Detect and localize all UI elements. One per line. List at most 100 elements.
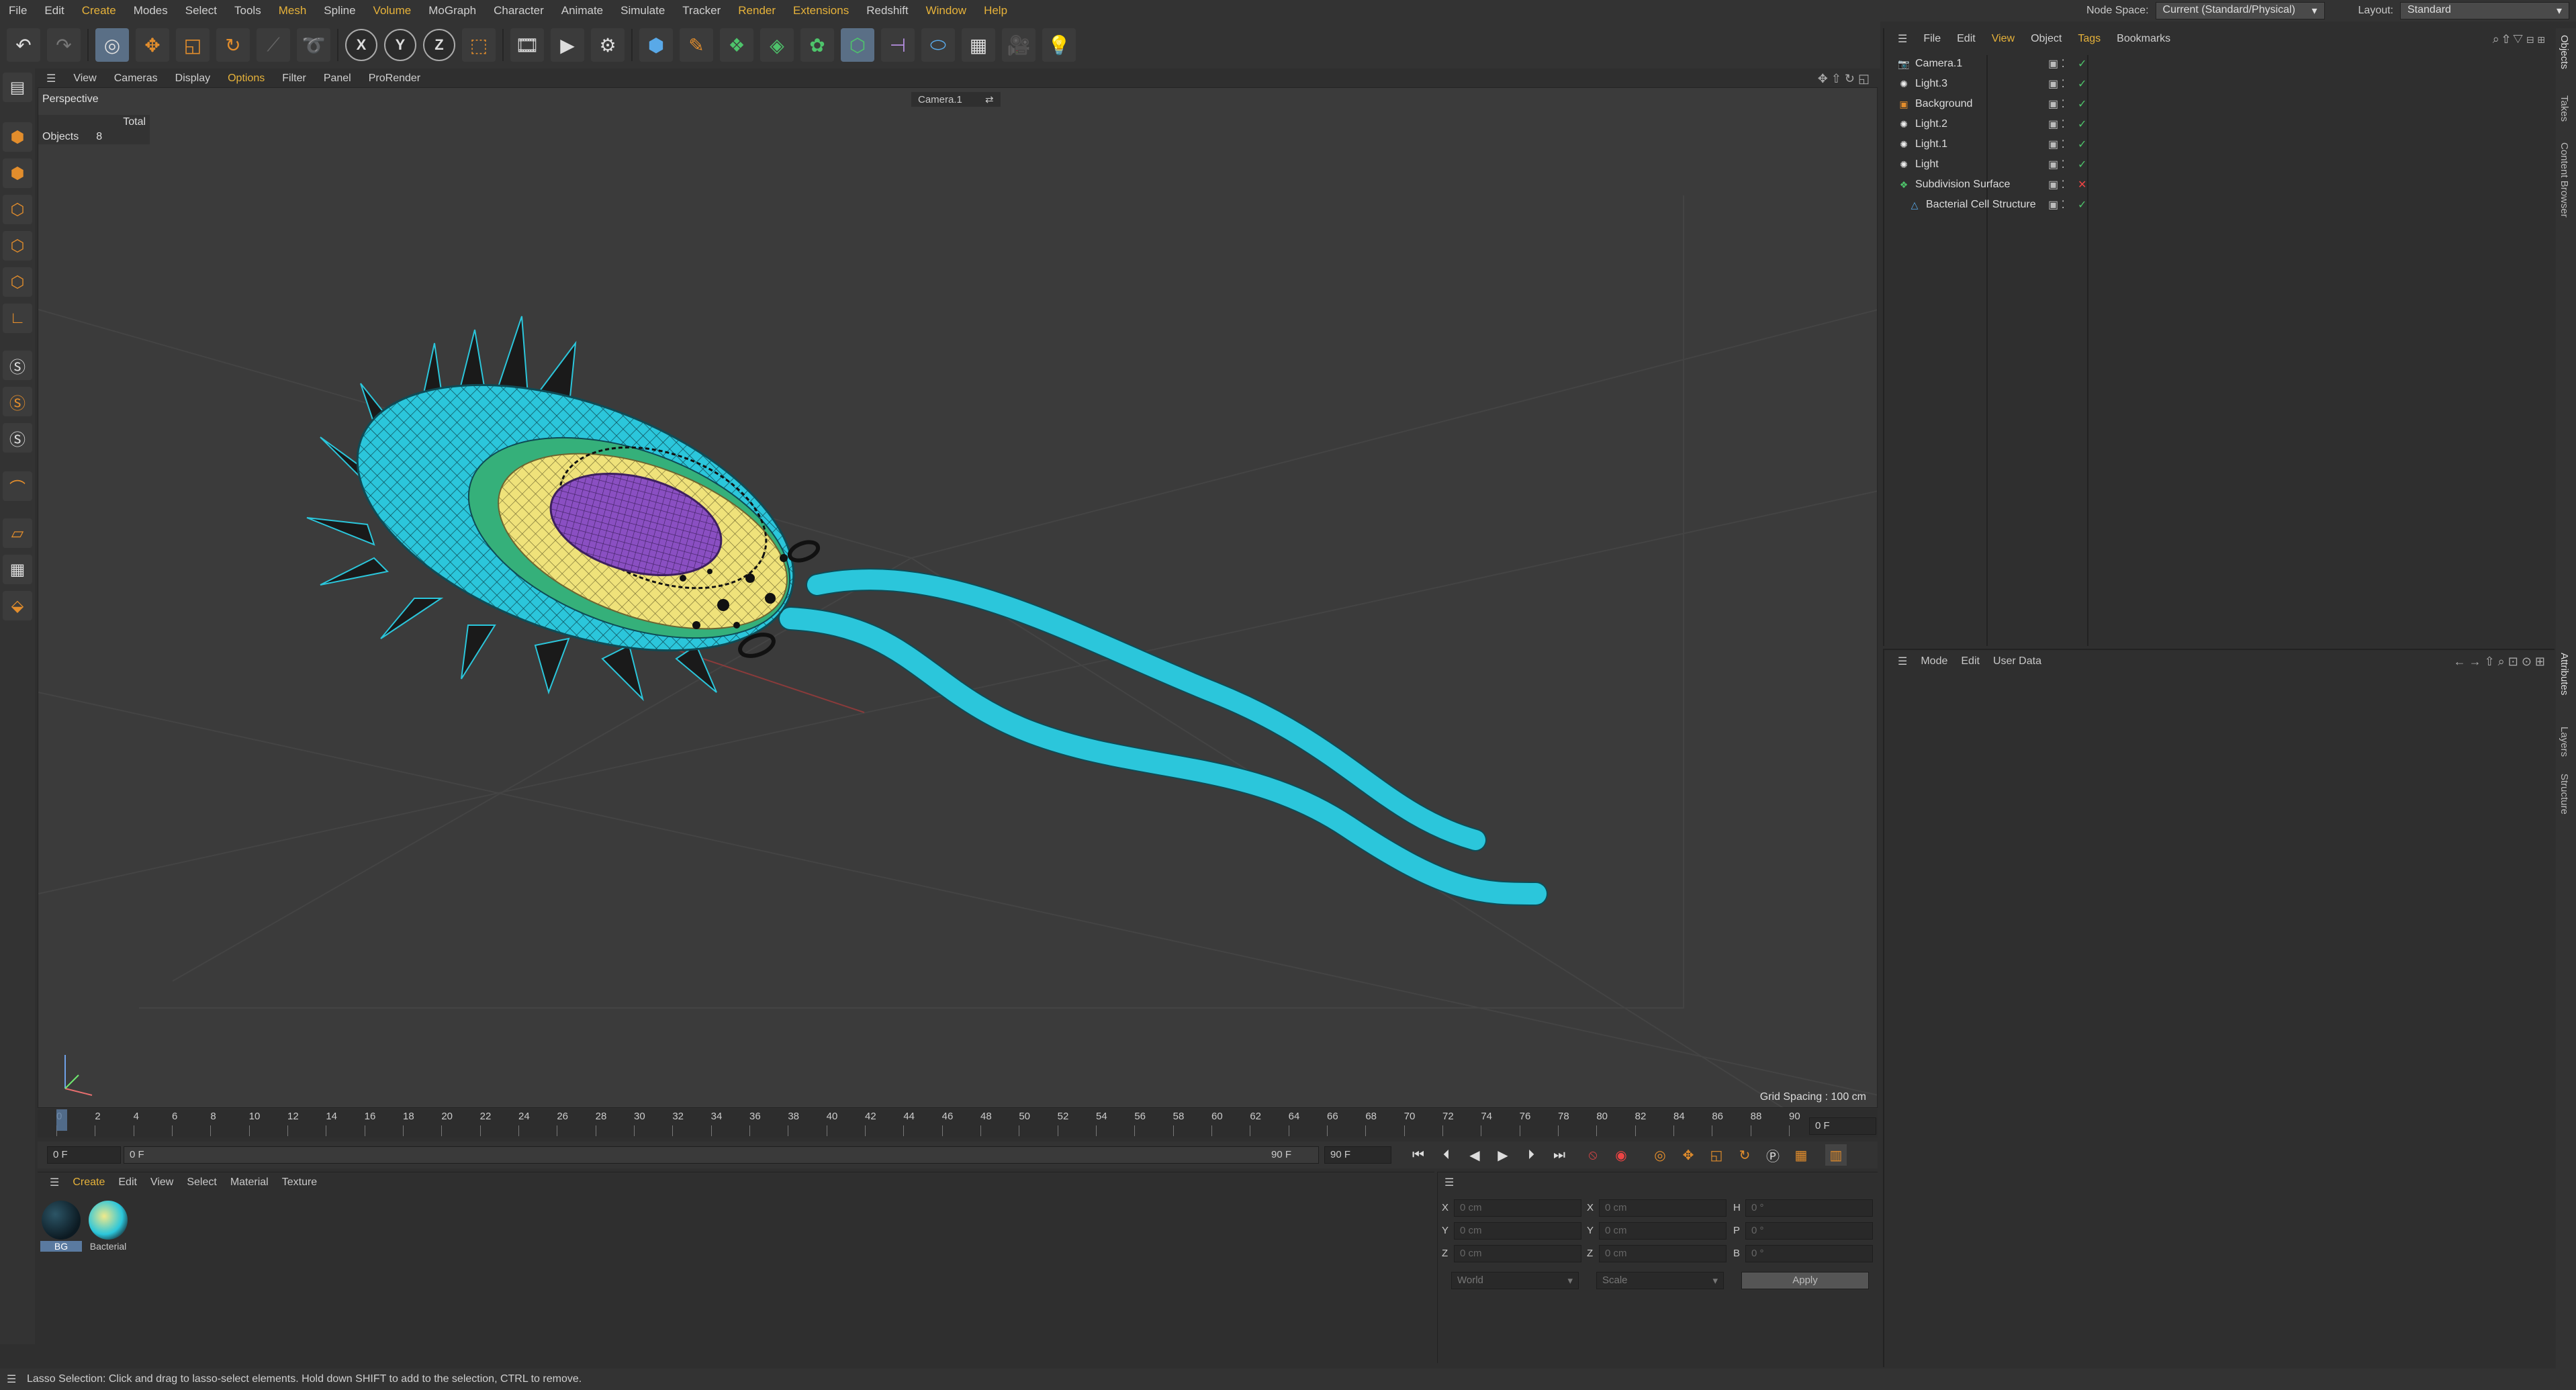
menu-redshift[interactable]: Redshift (858, 4, 917, 17)
object-row[interactable]: ✺ Light.1 ▣ ⁚ ✓ (1888, 134, 2553, 154)
go-to-end-icon[interactable]: ⏭ (1549, 1144, 1570, 1166)
object-menu-object[interactable]: Object (2023, 33, 2070, 45)
edges-mode-icon[interactable]: ⬡ (3, 231, 32, 261)
menu-spline[interactable]: Spline (315, 4, 364, 17)
menu-modes[interactable]: Modes (125, 4, 177, 17)
viewport-menu-panel[interactable]: Panel (315, 73, 360, 85)
object-row[interactable]: ▣ Background ▣ ⁚ ✓ (1888, 94, 2553, 114)
deformer-icon[interactable]: ⊣ (881, 28, 915, 62)
scale-icon[interactable]: ◱ (176, 28, 210, 62)
object-menu-view[interactable]: View (1984, 33, 2023, 45)
snap-settings-icon[interactable]: Ⓢ (3, 387, 32, 416)
previous-key-icon[interactable]: ⏴ (1436, 1144, 1457, 1166)
object-manager-tools-icons[interactable]: ⌕ ⇧ ▽ ⊟ ⊞ (2493, 32, 2545, 46)
viewport-menu-filter[interactable]: Filter (273, 73, 315, 85)
rotation-key-icon[interactable]: ↻ (1734, 1144, 1755, 1166)
viewport-menu-options[interactable]: Options (219, 73, 273, 85)
coordinate-pos-field[interactable]: 0 cm (1454, 1222, 1581, 1240)
cloner-icon[interactable]: ✿ (800, 28, 834, 62)
coordinate-rot-field[interactable]: 0 ° (1745, 1245, 1873, 1262)
coordinate-rot-field[interactable]: 0 ° (1745, 1199, 1873, 1217)
menu-mograph[interactable]: MoGraph (420, 4, 485, 17)
attribute-menu-edit[interactable]: Edit (1954, 655, 1986, 667)
viewport-menu-cameras[interactable]: Cameras (105, 73, 167, 85)
viewport-hamburger-icon[interactable]: ☰ (38, 72, 64, 85)
object-hamburger-icon[interactable]: ☰ (1890, 32, 1915, 46)
side-tab-objects[interactable]: Objects (2559, 35, 2570, 69)
workplane-icon[interactable]: ▱ (3, 518, 32, 548)
object-row[interactable]: ✺ Light ▣ ⁚ ✓ (1888, 154, 2553, 175)
object-row[interactable]: △ Bacterial Cell Structure ▣ ⁚ ✓ (1888, 195, 2553, 215)
visibility-dots-icon[interactable]: ▣ ⁚ (2048, 138, 2065, 151)
scale-key-icon[interactable]: ◱ (1706, 1144, 1727, 1166)
light-icon[interactable]: 💡 (1042, 28, 1076, 62)
move-icon[interactable]: ✥ (136, 28, 169, 62)
menu-animate[interactable]: Animate (553, 4, 612, 17)
side-tab-attributes[interactable]: Attributes (2559, 653, 2570, 695)
menu-volume[interactable]: Volume (365, 4, 420, 17)
menu-tools[interactable]: Tools (226, 4, 270, 17)
object-row[interactable]: ✺ Light.3 ▣ ⁚ ✓ (1888, 74, 2553, 94)
step-forward-icon[interactable]: ⏵ (1520, 1144, 1542, 1166)
visibility-dots-icon[interactable]: ▣ ⁚ (2048, 118, 2065, 131)
menu-help[interactable]: Help (975, 4, 1016, 17)
object-menu-bookmarks[interactable]: Bookmarks (2109, 33, 2178, 45)
material-hamburger-icon[interactable]: ☰ (43, 1176, 66, 1189)
parameter-key-icon[interactable]: Ⓟ (1762, 1144, 1784, 1166)
viewport-nav-icons[interactable]: ✥ ⇧ ↻ ◱ (1818, 72, 1870, 86)
render-settings-icon[interactable]: ⚙ (591, 28, 625, 62)
camera-selector[interactable]: Camera.1 ⇄ (911, 92, 1001, 107)
coordinate-pos-field[interactable]: 0 cm (1454, 1245, 1581, 1262)
record-active-icon[interactable]: ⦸ (1582, 1144, 1604, 1166)
pen-icon[interactable]: ✎ (680, 28, 713, 62)
enabled-check-icon[interactable]: ✓ (2078, 158, 2086, 171)
visibility-dots-icon[interactable]: ▣ ⁚ (2048, 77, 2065, 91)
attribute-nav-icons[interactable]: ← → ⇧ ⌕ ⊡ ⊙ ⊞ (2454, 655, 2545, 669)
visibility-dots-icon[interactable]: ▣ ⁚ (2048, 158, 2065, 171)
enabled-check-icon[interactable]: ✓ (2078, 97, 2086, 111)
enabled-check-icon[interactable]: ✓ (2078, 118, 2086, 131)
side-tab-content-browser[interactable]: Content Browser (2559, 142, 2570, 218)
coordinate-pos-field[interactable]: 0 cm (1454, 1199, 1581, 1217)
field-icon[interactable]: ⬡ (841, 28, 874, 62)
menu-simulate[interactable]: Simulate (612, 4, 674, 17)
model-mode-icon[interactable]: ⬢ (3, 122, 32, 152)
material-menu-material[interactable]: Material (224, 1176, 275, 1189)
magnet-icon[interactable]: ⌒ (3, 471, 32, 501)
layout-dropdown[interactable]: Standard ▾ (2400, 2, 2569, 19)
frame-range-slider[interactable]: 0 F 90 F (124, 1146, 1319, 1164)
visibility-dots-icon[interactable]: ▣ ⁚ (2048, 97, 2065, 111)
render-region-icon[interactable]: 🎞 (510, 28, 544, 62)
points-mode-icon[interactable]: ⬡ (3, 195, 32, 224)
status-hamburger-icon[interactable]: ☰ (7, 1373, 16, 1386)
z-axis-lock[interactable]: Z (423, 29, 455, 61)
make-editable-icon[interactable]: ▤ (3, 73, 32, 102)
menu-window[interactable]: Window (917, 4, 975, 17)
play-icon[interactable]: ▶ (1492, 1144, 1514, 1166)
object-row[interactable]: ❖ Subdivision Surface ▣ ⁚ ✕ (1888, 175, 2553, 195)
texture-mode-icon[interactable]: ⬢ (3, 158, 32, 188)
live-selection-icon[interactable]: ◎ (95, 28, 129, 62)
environment-icon[interactable]: ⬭ (921, 28, 955, 62)
menu-tracker[interactable]: Tracker (674, 4, 729, 17)
menu-create[interactable]: Create (73, 4, 125, 17)
object-row[interactable]: ✺ Light.2 ▣ ⁚ ✓ (1888, 114, 2553, 134)
step-back-icon[interactable]: ◀ (1464, 1144, 1485, 1166)
side-tab-takes[interactable]: Takes (2559, 95, 2570, 122)
render-view-icon[interactable]: ▶ (551, 28, 584, 62)
viewport-menu-prorender[interactable]: ProRender (360, 73, 429, 85)
enabled-check-icon[interactable]: ✓ (2078, 138, 2086, 151)
material-menu-view[interactable]: View (144, 1176, 180, 1189)
timeline-ruler[interactable]: 0246810121416182022242628303234363840424… (38, 1109, 1878, 1138)
lock-workplane-icon[interactable]: ⬙ (3, 591, 32, 620)
material-menu-create[interactable]: Create (66, 1176, 111, 1189)
material-menu-select[interactable]: Select (180, 1176, 223, 1189)
coordinate-system-dropdown[interactable]: World ▾ (1451, 1272, 1579, 1289)
lasso-icon[interactable]: ➰ (297, 28, 330, 62)
end-frame-field[interactable]: 90 F (1324, 1146, 1391, 1164)
recent-tools-icon[interactable]: ⟋ (257, 28, 290, 62)
object-menu-file[interactable]: File (1915, 33, 1949, 45)
menu-mesh[interactable]: Mesh (270, 4, 316, 17)
x-axis-lock[interactable]: X (345, 29, 377, 61)
extrude-icon[interactable]: ◈ (760, 28, 794, 62)
